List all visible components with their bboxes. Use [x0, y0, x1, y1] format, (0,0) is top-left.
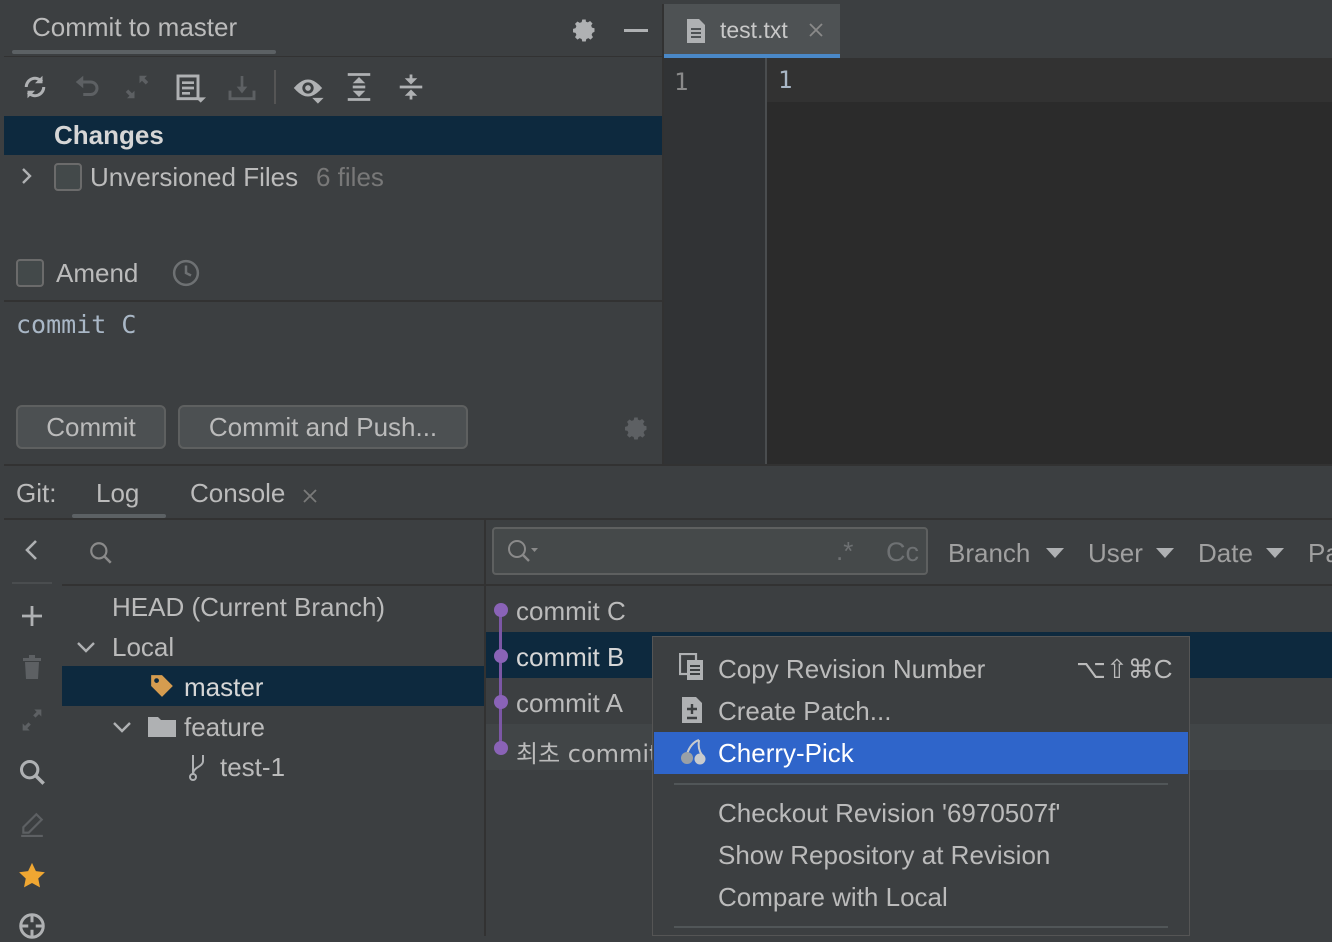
- menu-separator: [674, 926, 1168, 928]
- unversioned-checkbox[interactable]: [54, 163, 82, 191]
- branch-feature-folder[interactable]: feature: [184, 712, 265, 743]
- editor-tab-label[interactable]: test.txt: [720, 17, 788, 44]
- message-separator: [4, 300, 662, 302]
- text-file-icon: [682, 16, 710, 46]
- cherry-icon: [676, 736, 708, 768]
- branch-search-separator: [62, 584, 484, 586]
- commit-graph-line: [499, 611, 502, 749]
- edit-icon[interactable]: [16, 808, 48, 840]
- menu-compare-with-local[interactable]: Compare with Local: [718, 882, 948, 913]
- shelve-icon[interactable]: [224, 70, 260, 106]
- menu-checkout-revision[interactable]: Checkout Revision '6970507f': [718, 798, 1060, 829]
- commit-button[interactable]: Commit: [16, 405, 166, 449]
- filter-date[interactable]: Date: [1198, 538, 1253, 569]
- tab-log[interactable]: Log: [96, 478, 139, 509]
- toolbar-divider: [274, 70, 276, 104]
- gutter-border: [765, 58, 767, 464]
- close-tab-icon[interactable]: [804, 18, 828, 42]
- locate-icon[interactable]: [16, 910, 48, 942]
- menu-create-patch[interactable]: Create Patch...: [718, 696, 891, 727]
- commit-graph-node: [494, 603, 508, 617]
- diff-icon[interactable]: [120, 70, 154, 104]
- editor-area[interactable]: [767, 58, 1332, 464]
- commit-and-push-button[interactable]: Commit and Push...: [178, 405, 468, 449]
- amend-checkbox[interactable]: [16, 259, 44, 287]
- copy-icon: [678, 652, 706, 682]
- filter-user[interactable]: User: [1088, 538, 1143, 569]
- changes-label: Changes: [54, 120, 164, 150]
- log-header-separator: [486, 584, 1332, 586]
- changelist-icon[interactable]: [172, 70, 208, 106]
- branch-dropdown-icon[interactable]: [1044, 546, 1066, 560]
- gear-icon[interactable]: [568, 14, 600, 46]
- filter-branch[interactable]: Branch: [948, 538, 1030, 569]
- commit-message-editor[interactable]: commit C: [16, 310, 136, 339]
- user-dropdown-icon[interactable]: [1154, 546, 1176, 560]
- menu-show-repository[interactable]: Show Repository at Revision: [718, 840, 1050, 871]
- plus-icon[interactable]: [18, 602, 46, 630]
- branch-test-1[interactable]: test-1: [220, 752, 285, 783]
- regex-toggle[interactable]: .*: [836, 536, 853, 567]
- commit-graph-node: [494, 741, 508, 755]
- chevron-down-icon[interactable]: [110, 716, 134, 738]
- merge-icon[interactable]: [16, 704, 48, 736]
- expand-all-icon[interactable]: [342, 70, 376, 104]
- commit-subject[interactable]: commit A: [516, 688, 623, 719]
- git-label: Git:: [16, 478, 57, 508]
- branch-master-row[interactable]: [62, 666, 484, 706]
- chevron-right-icon[interactable]: [16, 164, 38, 188]
- log-search-icon[interactable]: [504, 536, 540, 566]
- branch-search-icon[interactable]: [86, 538, 116, 568]
- log-search-input[interactable]: [492, 527, 928, 575]
- branch-head[interactable]: HEAD (Current Branch): [112, 592, 385, 623]
- collapse-all-icon[interactable]: [394, 70, 428, 104]
- chevron-down-icon[interactable]: [74, 636, 98, 658]
- date-dropdown-icon[interactable]: [1264, 546, 1286, 560]
- commit-subject[interactable]: commit C: [516, 596, 626, 627]
- commit-graph-node: [494, 695, 508, 709]
- eye-icon[interactable]: [290, 70, 326, 106]
- filter-paths[interactable]: Pa: [1308, 538, 1332, 569]
- commit-subject[interactable]: commit B: [516, 642, 624, 673]
- search-icon[interactable]: [16, 756, 48, 788]
- unversioned-files-label[interactable]: Unversioned Files: [90, 162, 298, 193]
- patch-icon: [678, 694, 706, 726]
- line-number: 1: [674, 68, 689, 96]
- minimize-icon[interactable]: [624, 29, 648, 32]
- editor-gutter: [664, 58, 766, 464]
- commit-subject[interactable]: 최초 commit: [516, 734, 659, 769]
- menu-separator: [674, 783, 1168, 785]
- title-underline: [12, 50, 276, 54]
- folder-icon: [146, 712, 178, 740]
- chevron-left-icon[interactable]: [18, 536, 46, 564]
- toolbar-separator: [4, 56, 662, 57]
- branch-local-group[interactable]: Local: [112, 632, 174, 663]
- branch-master[interactable]: master: [184, 672, 263, 703]
- amend-label[interactable]: Amend: [56, 258, 138, 289]
- menu-cherry-pick[interactable]: Cherry-Pick: [718, 738, 854, 769]
- tab-console[interactable]: Console: [190, 478, 285, 509]
- commit-panel-title[interactable]: Commit to master: [32, 12, 237, 43]
- refresh-icon[interactable]: [18, 70, 52, 104]
- tool-divider: [12, 582, 52, 584]
- menu-shortcut: ⌥⇧⌘C: [1076, 654, 1173, 684]
- unversioned-files-count: 6 files: [316, 162, 384, 192]
- tag-icon: [148, 672, 176, 700]
- rollback-icon[interactable]: [70, 70, 104, 104]
- menu-copy-revision-number[interactable]: Copy Revision Number: [718, 654, 985, 685]
- editor-text[interactable]: 1: [778, 66, 792, 94]
- history-clock-icon[interactable]: [170, 257, 202, 289]
- star-icon[interactable]: [16, 860, 48, 892]
- close-console-icon[interactable]: [298, 484, 322, 508]
- commit-options-gear-icon[interactable]: [620, 412, 652, 444]
- trash-icon[interactable]: [18, 652, 46, 682]
- current-line-highlight: [767, 58, 1332, 102]
- commit-graph-node: [494, 649, 508, 663]
- branch-icon: [184, 752, 212, 782]
- match-case-toggle[interactable]: Cc: [886, 537, 919, 568]
